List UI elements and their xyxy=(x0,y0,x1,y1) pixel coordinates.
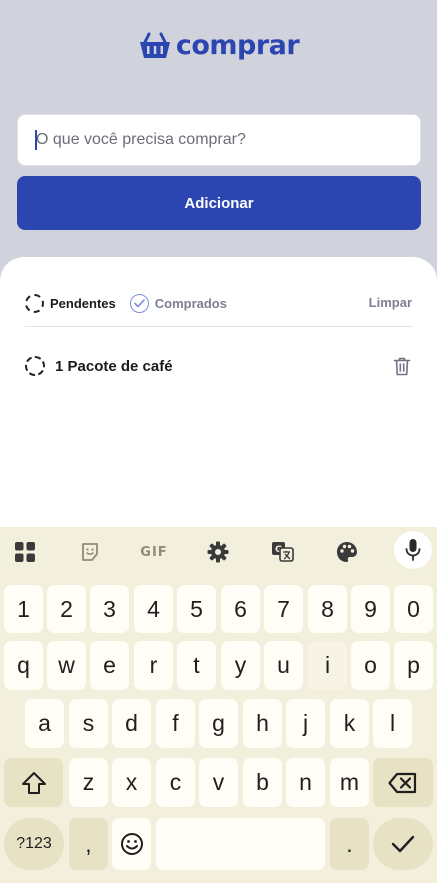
key-k[interactable]: k xyxy=(330,699,369,748)
tab-pendentes-label: Pendentes xyxy=(50,295,116,311)
key-o[interactable]: o xyxy=(351,641,390,690)
tab-comprados[interactable]: Comprados xyxy=(129,293,227,313)
key-d[interactable]: d xyxy=(112,699,151,748)
key-1[interactable]: 1 xyxy=(4,585,43,633)
emoji-icon xyxy=(120,833,143,855)
key-9[interactable]: 9 xyxy=(351,585,390,633)
backspace-key[interactable] xyxy=(373,758,433,807)
gif-icon[interactable]: GIF xyxy=(139,537,169,567)
key-x[interactable]: x xyxy=(112,758,151,807)
mic-icon[interactable] xyxy=(394,531,432,569)
shift-icon xyxy=(21,771,46,794)
key-0[interactable]: 0 xyxy=(394,585,433,633)
key-f[interactable]: f xyxy=(156,699,195,748)
key-l[interactable]: l xyxy=(373,699,412,748)
key-v[interactable]: v xyxy=(199,758,238,807)
keyboard-toolbar: GIF G xyxy=(0,527,437,577)
key-c[interactable]: c xyxy=(156,758,195,807)
item-label: 1 Pacote de café xyxy=(55,357,173,375)
key-3[interactable]: 3 xyxy=(90,585,129,633)
key-6[interactable]: 6 xyxy=(221,585,260,633)
key-4[interactable]: 4 xyxy=(134,585,173,633)
translate-icon[interactable]: G xyxy=(268,537,298,567)
key-5[interactable]: 5 xyxy=(177,585,216,633)
key-w[interactable]: w xyxy=(47,641,86,690)
enter-key[interactable] xyxy=(373,818,433,870)
basket-icon xyxy=(139,32,170,58)
clear-button[interactable]: Limpar xyxy=(369,295,412,310)
key-2[interactable]: 2 xyxy=(47,585,86,633)
settings-gear-icon[interactable] xyxy=(203,537,233,567)
logo-text: comprar xyxy=(175,30,300,61)
status-toggle-icon[interactable] xyxy=(25,356,45,376)
key-j[interactable]: j xyxy=(286,699,325,748)
tab-comprados-label: Comprados xyxy=(154,295,227,311)
palette-icon[interactable] xyxy=(332,537,362,567)
key-r[interactable]: r xyxy=(134,641,173,690)
apps-grid-icon[interactable] xyxy=(10,537,40,567)
key-t[interactable]: t xyxy=(177,641,216,690)
key-u[interactable]: u xyxy=(264,641,303,690)
comma-key[interactable]: , xyxy=(69,818,108,870)
text-caret xyxy=(35,130,37,150)
shift-key[interactable] xyxy=(4,758,63,807)
key-m[interactable]: m xyxy=(330,758,369,807)
key-b[interactable]: b xyxy=(243,758,282,807)
checkmark-icon xyxy=(391,835,415,853)
item-input[interactable] xyxy=(17,114,421,166)
key-s[interactable]: s xyxy=(69,699,108,748)
key-h[interactable]: h xyxy=(243,699,282,748)
check-circle-icon xyxy=(129,293,149,313)
key-8[interactable]: 8 xyxy=(308,585,347,633)
key-n[interactable]: n xyxy=(286,758,325,807)
trash-icon[interactable] xyxy=(391,354,413,378)
add-button[interactable]: Adicionar xyxy=(17,176,421,230)
symbols-key[interactable]: ?123 xyxy=(4,818,64,870)
dashed-circle-icon xyxy=(25,293,44,313)
key-y[interactable]: y xyxy=(221,641,260,690)
key-i[interactable]: i xyxy=(308,641,347,690)
key-7[interactable]: 7 xyxy=(264,585,303,633)
space-bar[interactable] xyxy=(156,818,325,870)
on-screen-keyboard: GIF G 1 2 3 4 5 6 7 8 9 0 q w e r t y u … xyxy=(0,527,437,883)
tab-pendentes[interactable]: Pendentes xyxy=(25,293,116,313)
sticker-icon[interactable] xyxy=(75,537,105,567)
list-item: 1 Pacote de café xyxy=(25,352,413,380)
key-z[interactable]: z xyxy=(69,758,108,807)
emoji-key[interactable] xyxy=(112,818,151,870)
period-key[interactable]: . xyxy=(330,818,369,870)
key-p[interactable]: p xyxy=(394,641,433,690)
key-a[interactable]: a xyxy=(25,699,64,748)
divider xyxy=(25,326,413,327)
app-logo: comprar xyxy=(0,30,437,61)
backspace-icon xyxy=(388,772,417,793)
key-e[interactable]: e xyxy=(90,641,129,690)
key-g[interactable]: g xyxy=(199,699,238,748)
key-q[interactable]: q xyxy=(4,641,43,690)
filter-tabs: Pendentes Comprados xyxy=(25,287,413,319)
